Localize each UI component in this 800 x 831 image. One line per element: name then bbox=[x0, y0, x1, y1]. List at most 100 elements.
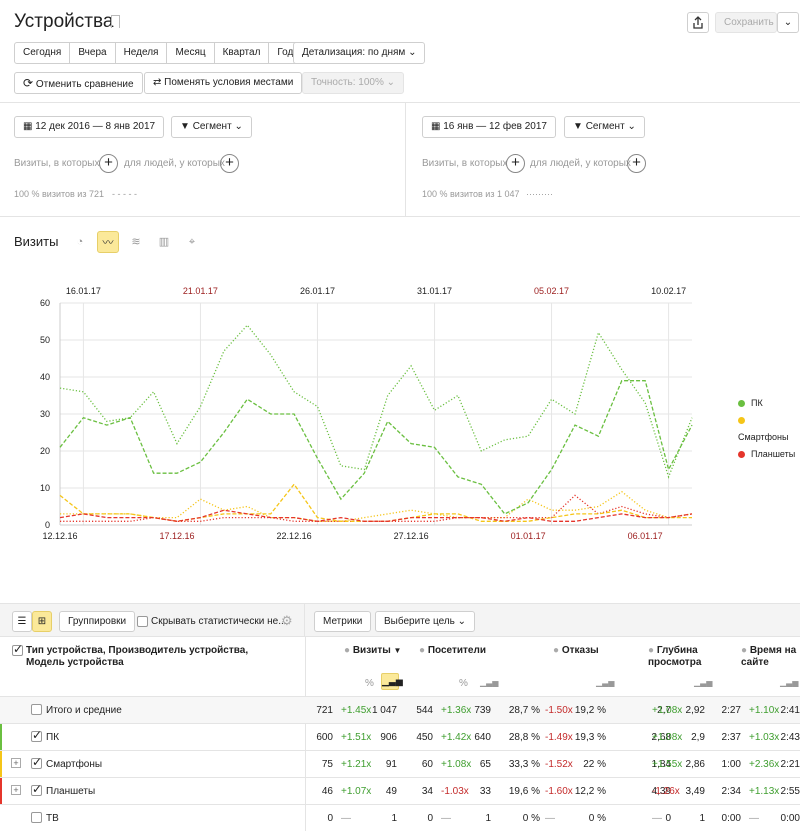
period-month[interactable]: Месяц bbox=[167, 43, 215, 63]
row-value: 0:00 bbox=[721, 813, 741, 824]
legend-item-smartphones[interactable]: Смартфоны bbox=[738, 412, 800, 446]
left-add-visit-condition-button[interactable]: + bbox=[99, 154, 118, 173]
row-value: +1.03x bbox=[749, 732, 780, 743]
period-week[interactable]: Неделя bbox=[116, 43, 168, 63]
list-view-button[interactable]: ☰ bbox=[12, 611, 32, 632]
period-today[interactable]: Сегодня bbox=[15, 43, 71, 63]
hide-stats-checkbox[interactable] bbox=[137, 616, 148, 627]
save-button[interactable]: Сохранить bbox=[715, 12, 777, 33]
y-tick-label: 60 bbox=[40, 298, 50, 308]
row-value: +1.55x bbox=[652, 759, 683, 770]
tree-view-button[interactable]: ⊞ bbox=[32, 611, 52, 632]
select-all-checkbox[interactable] bbox=[12, 642, 23, 656]
left-visits-condition-label: Визиты, в которых bbox=[14, 158, 100, 169]
col-visitors-header[interactable]: ● Посетители bbox=[419, 645, 486, 656]
legend-dot bbox=[738, 400, 745, 408]
row-value: +1.07x bbox=[341, 786, 372, 797]
table-row[interactable]: ТВ 0—1 0—1 0 % —0 % 0—1 0:00—0:00 bbox=[0, 804, 800, 831]
row-value: 2:27 bbox=[721, 705, 741, 716]
time-bar-icon[interactable]: ▁▃▅ bbox=[780, 678, 798, 687]
row-value: 2:34 bbox=[721, 786, 741, 797]
period-quarter[interactable]: Квартал bbox=[215, 43, 270, 63]
gear-icon[interactable]: ⚙ bbox=[281, 613, 293, 629]
col-time-header[interactable]: ● Время на сайте bbox=[741, 645, 799, 669]
visits-pct-toggle[interactable]: % bbox=[365, 678, 374, 689]
row-value: +1.42x bbox=[441, 732, 472, 743]
expand-icon[interactable]: + bbox=[11, 785, 21, 795]
chart-legend: ПК Смартфоны Планшеты bbox=[738, 395, 800, 463]
col-visits-header[interactable]: ● Визиты ▼ bbox=[344, 645, 401, 656]
visits-line-chart: 0 10 20 30 40 50 60 16.01.17 12.12.16 21.01.17 17.… bbox=[40, 286, 693, 541]
map-pin-icon[interactable]: ⌖ bbox=[181, 231, 203, 253]
grouping-button[interactable]: Группировки bbox=[59, 611, 136, 632]
legend-dot bbox=[738, 417, 745, 425]
col-depth-header[interactable]: ● Глубина просмотра bbox=[648, 645, 708, 669]
table-row[interactable]: + Планшеты 46 +1.07x 49 34 -1.03x 33 19,6 % -1.60… bbox=[0, 777, 800, 804]
visits-bar-toggle[interactable]: ▁▃▅ bbox=[381, 673, 403, 690]
row-checkbox[interactable] bbox=[31, 812, 42, 823]
legend-item-tablets[interactable]: Планшеты bbox=[738, 446, 800, 463]
chevron-down-icon: ⌄ bbox=[783, 17, 793, 28]
series-line-compare[interactable] bbox=[60, 490, 693, 522]
chevron-down-icon: ⌄ bbox=[408, 47, 417, 58]
row-checkbox[interactable] bbox=[31, 728, 42, 742]
cancel-compare-button[interactable]: ⟳ Отменить сравнение bbox=[14, 72, 143, 94]
legend-dot bbox=[738, 451, 745, 459]
metrics-button[interactable]: Метрики bbox=[314, 611, 372, 632]
y-tick-label: 10 bbox=[40, 483, 50, 493]
swap-conditions-button[interactable]: ⇄ Поменять условия местами bbox=[144, 72, 303, 94]
left-date-range-button[interactable]: ▦ 12 дек 2016 — 8 янв 2017 bbox=[14, 116, 165, 138]
row-checkbox[interactable] bbox=[31, 755, 42, 769]
list-icon: ☰ bbox=[17, 616, 27, 627]
table-row[interactable]: + Смартфоны 75 +1.21x 91 60 +1.08x 65 33,3 % -1.5… bbox=[0, 750, 800, 777]
series-line-compare[interactable] bbox=[59, 324, 693, 479]
sort-desc-icon: ▼ bbox=[393, 646, 402, 655]
depth-bar-icon[interactable]: ▁▃▅ bbox=[694, 678, 712, 687]
swap-icon: ⇄ bbox=[153, 77, 162, 88]
visitors-pct-toggle[interactable]: % bbox=[459, 678, 468, 689]
goal-dropdown[interactable]: Выберите цель ⌄ bbox=[375, 611, 476, 632]
bar-chart-icon[interactable]: ▥ bbox=[153, 231, 175, 253]
row-checkbox[interactable] bbox=[31, 782, 42, 796]
row-value: +1.51x bbox=[341, 732, 372, 743]
bookmark-icon[interactable] bbox=[111, 15, 120, 28]
row-checkbox[interactable] bbox=[31, 704, 42, 715]
detail-dropdown[interactable]: Детализация: по дням ⌄ bbox=[293, 42, 426, 64]
row-color-stripe bbox=[0, 724, 2, 750]
accuracy-dropdown[interactable]: Точность: 100% ⌄ bbox=[302, 72, 405, 94]
area-chart-icon[interactable]: ≋ bbox=[125, 231, 147, 253]
filter-icon: ▼ bbox=[573, 121, 583, 132]
series-line-primary[interactable] bbox=[59, 483, 692, 522]
pie-chart-icon[interactable]: ◔ bbox=[69, 231, 91, 253]
export-button[interactable] bbox=[687, 12, 709, 33]
y-tick-label: 50 bbox=[40, 335, 50, 345]
expand-icon[interactable]: + bbox=[11, 758, 21, 768]
table-row[interactable]: Итого и средние 721 +1.45x 1 047 544 +1.36x 73… bbox=[0, 696, 800, 723]
series-line-primary[interactable] bbox=[59, 380, 693, 515]
series-line-primary[interactable] bbox=[59, 509, 693, 522]
x-tick-label-top: 26.01.17 bbox=[300, 286, 335, 296]
left-add-people-condition-button[interactable]: + bbox=[220, 154, 239, 173]
right-date-range-button[interactable]: ▦ 16 янв — 12 фев 2017 bbox=[422, 116, 556, 138]
legend-item-pc[interactable]: ПК bbox=[738, 395, 800, 412]
line-chart-icon[interactable]: 〰 bbox=[97, 231, 119, 253]
save-dropdown-button[interactable]: ⌄ bbox=[777, 12, 799, 33]
row-value: -1.26x bbox=[652, 786, 680, 797]
row-value: 19,3 % bbox=[574, 732, 606, 743]
right-add-people-condition-button[interactable]: + bbox=[627, 154, 646, 173]
y-tick-label: 30 bbox=[40, 409, 50, 419]
right-segment-button[interactable]: ▼ Сегмент ⌄ bbox=[564, 116, 645, 138]
col-bounce-header[interactable]: ● Отказы bbox=[553, 645, 599, 656]
help-icon: ● bbox=[741, 645, 748, 656]
row-value: +1.21x bbox=[341, 759, 372, 770]
period-yesterday[interactable]: Вчера bbox=[70, 43, 116, 63]
row-value: 640 bbox=[474, 732, 491, 743]
bounce-bar-icon[interactable]: ▁▃▅ bbox=[596, 678, 614, 687]
right-add-visit-condition-button[interactable]: + bbox=[506, 154, 525, 173]
left-segment-button[interactable]: ▼ Сегмент ⌄ bbox=[171, 116, 252, 138]
x-tick-label-bottom: 12.12.16 bbox=[42, 531, 77, 541]
table-row[interactable]: ПК 600 +1.51x 906 450 +1.42x640 28,8 % -1.49x19… bbox=[0, 723, 800, 750]
row-value: 2:41 bbox=[780, 705, 800, 716]
visitors-bar-icon[interactable]: ▁▃▅ bbox=[480, 678, 498, 687]
row-value: 2:55 bbox=[780, 786, 800, 797]
